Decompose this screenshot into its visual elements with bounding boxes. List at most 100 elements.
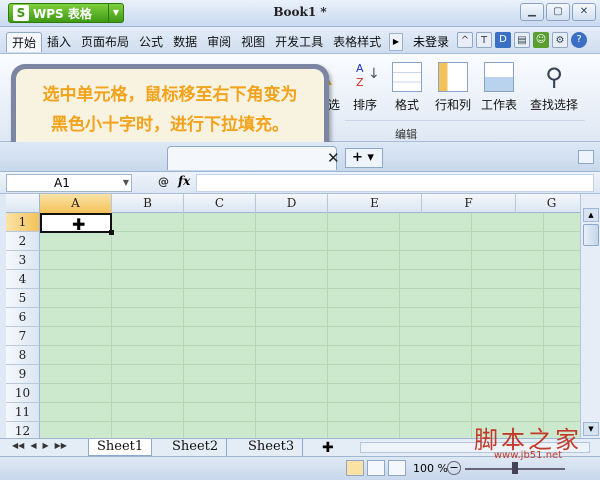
document-tab[interactable]: [167, 146, 337, 170]
zoom-level[interactable]: 100 %: [413, 462, 448, 475]
row-header-10[interactable]: 10: [6, 384, 40, 403]
column-header-e[interactable]: E: [328, 194, 422, 213]
sheet-tab-2[interactable]: Sheet2: [164, 439, 228, 456]
vertical-scrollbar[interactable]: ▲ ▼: [580, 194, 600, 438]
row-header-5[interactable]: 5: [6, 289, 40, 308]
select-all-corner[interactable]: [6, 194, 40, 213]
format-icon: [392, 62, 422, 92]
add-sheet-icon[interactable]: ✚: [322, 440, 334, 456]
menu-icon-group: ^ T D ▤ ☺ ⚙ ?: [457, 32, 587, 48]
row-header-12[interactable]: 12: [6, 422, 40, 438]
minimize-icon[interactable]: ▁: [520, 3, 544, 21]
row-header-7[interactable]: 7: [6, 327, 40, 346]
find-select-label: 查找选择: [529, 98, 578, 112]
close-document-icon[interactable]: ✕: [327, 149, 340, 167]
page-break-view-icon[interactable]: [367, 460, 385, 476]
menu-tab-row: 开始 插入 页面布局 公式 数据 审阅 视图 开发工具 表格样式 ▶ 未登录 ^…: [0, 27, 600, 54]
sort-az-icon: A Z ↓: [356, 62, 380, 89]
column-header-c[interactable]: C: [184, 194, 256, 213]
row-header-8[interactable]: 8: [6, 346, 40, 365]
help-icon[interactable]: ?: [571, 32, 587, 48]
skin-shirt-icon[interactable]: T: [476, 32, 492, 48]
cursor-cross-icon: ✚: [72, 215, 86, 234]
zoom-slider-thumb[interactable]: [512, 462, 518, 474]
normal-view-icon[interactable]: [346, 460, 364, 476]
tab-table-style[interactable]: 表格样式: [328, 32, 386, 52]
formula-input[interactable]: [196, 174, 594, 192]
tab-view[interactable]: 视图: [236, 32, 270, 52]
insert-function-icon[interactable]: fx: [178, 174, 190, 188]
last-sheet-icon[interactable]: ▶▶: [55, 441, 67, 450]
name-box-value: A1: [54, 176, 70, 190]
row-header-1[interactable]: 1: [6, 213, 40, 232]
tab-insert[interactable]: 插入: [42, 32, 76, 52]
view-mode-group: [346, 460, 406, 476]
sort-label: 排序: [352, 98, 377, 112]
tab-page-layout[interactable]: 页面布局: [76, 32, 134, 52]
rows-columns-button[interactable]: 行和列: [428, 62, 478, 113]
rows-columns-icon: [438, 62, 468, 92]
maximize-icon[interactable]: ▢: [546, 3, 570, 21]
tab-review[interactable]: 审阅: [202, 32, 236, 52]
chevron-down-icon[interactable]: ▼: [123, 175, 129, 191]
worksheet-label: 工作表: [480, 98, 517, 112]
community-people-icon[interactable]: ☺: [533, 32, 549, 48]
column-header-d[interactable]: D: [256, 194, 328, 213]
column-header-row: A B C D E F G: [6, 194, 580, 213]
callout-line-1: 选中单元格，鼠标移至右下角变为: [42, 85, 298, 105]
options-icon[interactable]: ⚙: [552, 32, 568, 48]
sheet-tab-3[interactable]: Sheet3: [240, 439, 304, 456]
tab-developer[interactable]: 开发工具: [270, 32, 328, 52]
binoculars-icon: ⚲: [545, 63, 563, 91]
row-header-4[interactable]: 4: [6, 270, 40, 289]
tab-data[interactable]: 数据: [168, 32, 202, 52]
next-sheet-icon[interactable]: ▶: [42, 441, 48, 450]
document-tab-bar: [0, 142, 600, 172]
scroll-up-icon[interactable]: ▲: [583, 208, 599, 222]
name-box[interactable]: A1 ▼: [6, 174, 132, 192]
document-title: Book1 *: [273, 5, 327, 19]
column-header-g[interactable]: G: [516, 194, 580, 213]
cell-area[interactable]: [40, 213, 580, 438]
zoom-formula-icon[interactable]: @: [158, 175, 169, 188]
title-bar: S WPS 表格 ▼ Book1 * ▁ ▢ ✕: [0, 0, 600, 27]
row-header-11[interactable]: 11: [6, 403, 40, 422]
row-header-9[interactable]: 9: [6, 365, 40, 384]
worksheet-icon: [484, 62, 514, 92]
tab-home[interactable]: 开始: [6, 32, 43, 52]
login-status-link[interactable]: 未登录: [413, 33, 449, 50]
fill-handle[interactable]: [109, 230, 114, 235]
edit-group-label: 编辑: [395, 128, 417, 141]
docer-d-icon[interactable]: D: [495, 32, 511, 48]
site-watermark: 脚本之家 www.jb51.net: [458, 420, 598, 461]
zoom-out-icon[interactable]: −: [447, 461, 461, 475]
worksheet-button[interactable]: 工作表: [474, 62, 524, 113]
spreadsheet-grid: A B C D E F G 1 2 3 4 5 6 7 8 9 10 11 12…: [6, 194, 580, 438]
collapse-ribbon-icon[interactable]: ^: [457, 32, 473, 48]
tab-formulas[interactable]: 公式: [134, 32, 168, 52]
sheet-tab-1[interactable]: Sheet1: [88, 439, 153, 456]
new-document-button[interactable]: + ▾: [345, 148, 383, 168]
format-label: 格式: [394, 98, 419, 112]
sheet-navigation: ◀◀ ◀ ▶ ▶▶: [12, 441, 67, 450]
first-sheet-icon[interactable]: ◀◀: [12, 441, 24, 450]
ribbon-tabs: 开始 插入 页面布局 公式 数据 审阅 视图 开发工具 表格样式: [6, 32, 386, 52]
formula-bar: A1 ▼ @ fx: [0, 172, 600, 194]
column-header-b[interactable]: B: [112, 194, 184, 213]
column-header-a[interactable]: A: [40, 194, 112, 213]
rows-columns-label: 行和列: [434, 98, 471, 112]
window-controls: ▁ ▢ ✕: [520, 3, 596, 21]
page-layout-view-icon[interactable]: [388, 460, 406, 476]
format-button[interactable]: 格式: [382, 62, 432, 113]
online-template-icon[interactable]: ▤: [514, 32, 530, 48]
row-header-3[interactable]: 3: [6, 251, 40, 270]
column-header-f[interactable]: F: [422, 194, 516, 213]
find-select-button[interactable]: ⚲ 查找选择: [524, 62, 584, 113]
prev-sheet-icon[interactable]: ◀: [30, 441, 36, 450]
row-header-6[interactable]: 6: [6, 308, 40, 327]
more-tabs-arrow-icon[interactable]: ▶: [389, 33, 403, 51]
tab-list-icon[interactable]: [578, 150, 594, 164]
row-header-2[interactable]: 2: [6, 232, 40, 251]
scroll-thumb[interactable]: [583, 224, 599, 246]
close-icon[interactable]: ✕: [572, 3, 596, 21]
